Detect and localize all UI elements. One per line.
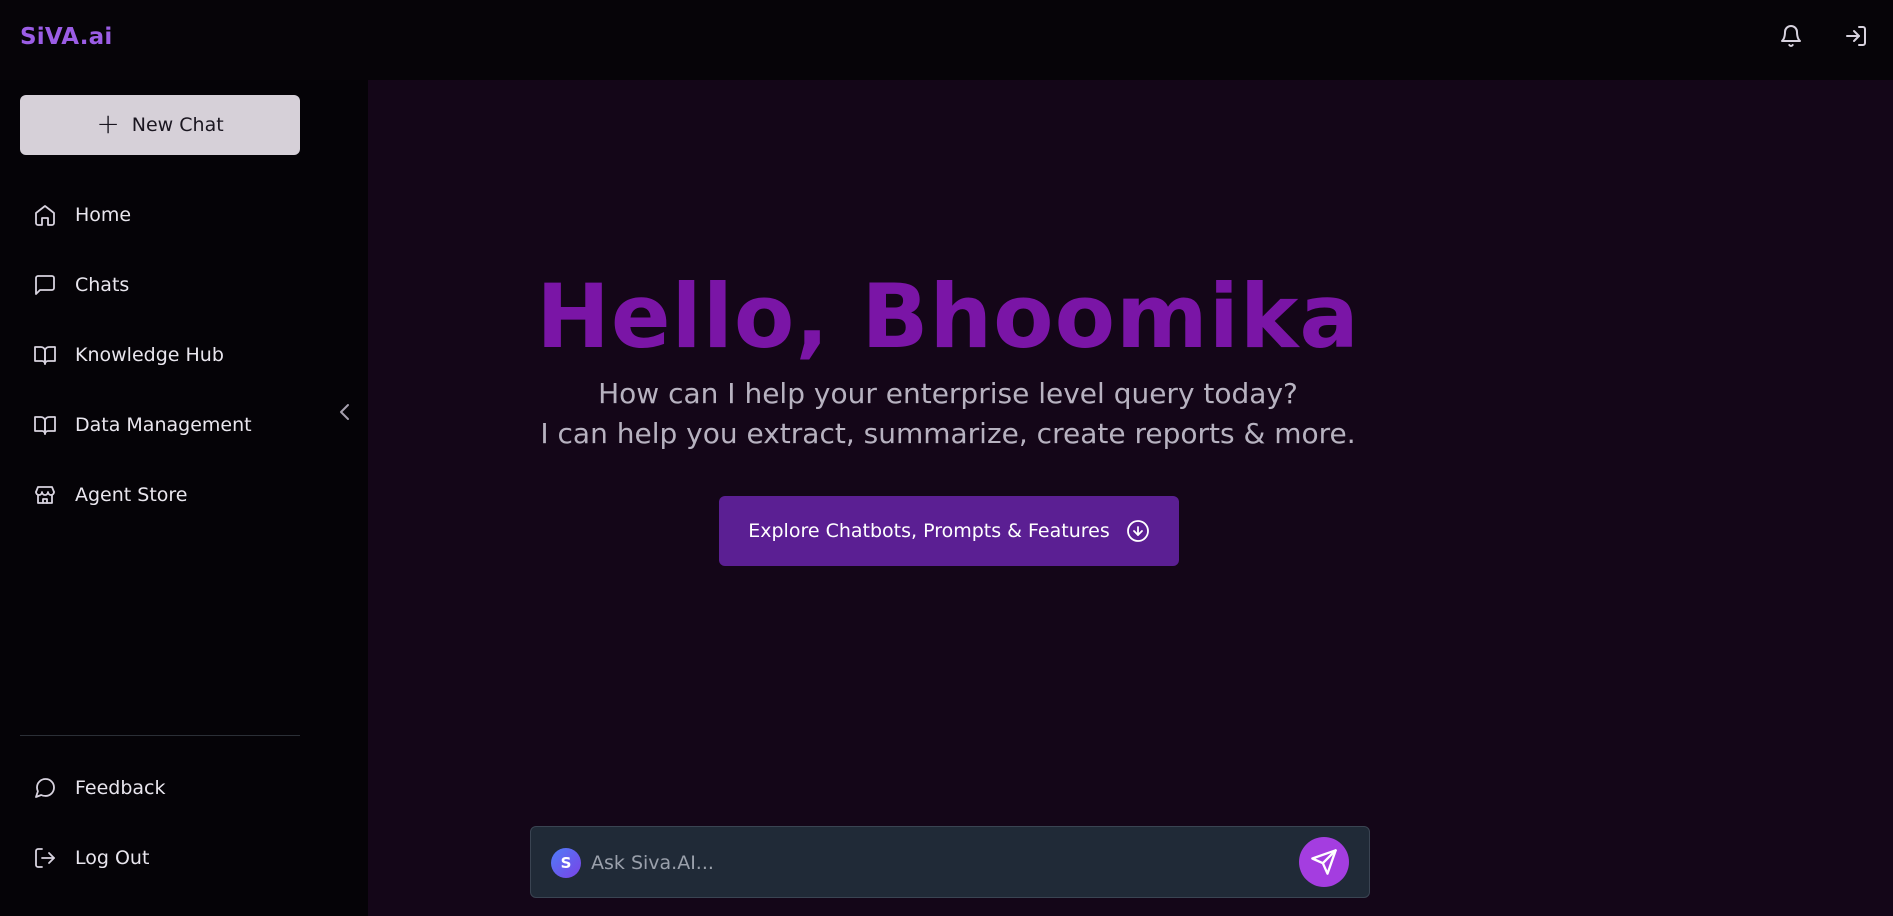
log-in-icon[interactable] (1842, 22, 1870, 50)
avatar: S (551, 848, 581, 878)
main-area: Hello, Bhoomika How can I help your ente… (368, 80, 1893, 916)
collapse-sidebar-button[interactable] (335, 397, 355, 427)
book-open-icon (34, 346, 56, 365)
arrow-down-circle-icon (1126, 520, 1149, 542)
sidebar-item-knowledge-hub[interactable]: Knowledge Hub (33, 335, 224, 375)
message-circle-icon (35, 778, 55, 798)
sidebar-item-label: Feedback (75, 777, 166, 799)
sidebar-item-feedback[interactable]: Feedback (33, 768, 165, 808)
sidebar-item-data-management[interactable]: Data Management (33, 405, 252, 445)
bell-icon[interactable] (1777, 22, 1805, 50)
sidebar-item-label: Chats (75, 274, 130, 296)
plus-icon: + (96, 106, 120, 140)
chevron-left-icon (340, 404, 349, 420)
top-bar: SiVA.ai (0, 0, 1893, 80)
sidebar-item-label: Knowledge Hub (75, 344, 224, 366)
sidebar-item-home[interactable]: Home (33, 195, 131, 235)
greeting-title: Hello, Bhoomika (536, 265, 1360, 368)
sidebar-divider (20, 735, 300, 736)
subtitle-line-1: How can I help your enterprise level que… (598, 377, 1298, 410)
sidebar-item-log-out[interactable]: Log Out (33, 838, 149, 878)
brand-logo[interactable]: SiVA.ai (20, 24, 112, 50)
log-out-icon (35, 848, 55, 868)
subtitle-line-2: I can help you extract, summarize, creat… (540, 417, 1356, 450)
send-button[interactable] (1299, 837, 1349, 887)
explore-button[interactable]: Explore Chatbots, Prompts & Features (719, 496, 1179, 566)
sidebar-item-chats[interactable]: Chats (33, 265, 129, 305)
home-icon (35, 205, 55, 226)
sidebar-item-agent-store[interactable]: Agent Store (33, 475, 188, 515)
sidebar: + New Chat Home Chats Knowledge Hub Data… (0, 80, 368, 916)
chat-input[interactable] (589, 845, 1269, 881)
sidebar-item-label: Agent Store (75, 484, 188, 506)
book-open-icon (34, 416, 56, 435)
new-chat-label: New Chat (131, 114, 224, 136)
new-chat-button[interactable]: + New Chat (20, 95, 300, 155)
sidebar-item-label: Log Out (75, 847, 150, 869)
chat-input-box: S (530, 826, 1370, 898)
store-icon (35, 486, 55, 504)
sidebar-item-label: Data Management (75, 414, 252, 436)
sidebar-item-label: Home (75, 204, 132, 226)
message-square-icon (35, 275, 55, 295)
send-icon (1311, 849, 1337, 875)
explore-button-label: Explore Chatbots, Prompts & Features (748, 520, 1110, 542)
